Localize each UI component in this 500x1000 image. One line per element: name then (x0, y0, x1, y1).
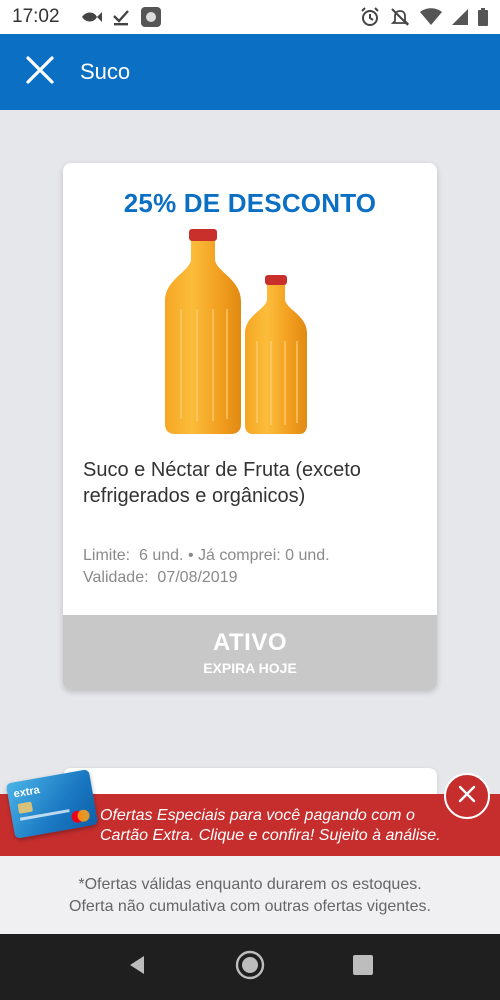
limit-line: Limite: 6 und. • Já comprei: 0 und. (83, 547, 330, 564)
notifications-off-icon (390, 7, 410, 27)
home-icon (235, 950, 265, 985)
offer-card[interactable]: 25% DE DESCONTO Suco e Néctar de Fruta (… (63, 163, 437, 690)
expiry-label: EXPIRA HOJE (203, 660, 297, 676)
card-chip (17, 801, 33, 814)
status-label: ATIVO (212, 629, 288, 656)
card-brand: extra (12, 784, 41, 801)
wifi-icon (420, 8, 442, 26)
battery-icon (478, 8, 488, 26)
disclaimer-line-1: *Ofertas válidas enquanto durarem os est… (78, 876, 422, 893)
promo-text: Ofertas Especiais para você pagando com … (100, 807, 441, 844)
home-button[interactable] (225, 942, 275, 992)
fish-icon (80, 10, 102, 24)
close-icon (25, 55, 55, 90)
back-icon (126, 954, 148, 981)
product-description: Suco e Néctar de Fruta (exceto refrigera… (83, 459, 361, 507)
system-nav-bar (0, 934, 500, 1000)
close-button[interactable] (0, 34, 80, 110)
status-bar: 17:02 (0, 0, 500, 34)
app-bar: Suco (0, 34, 500, 110)
close-icon (458, 785, 476, 808)
download-done-icon (112, 8, 130, 26)
recents-icon (352, 954, 374, 981)
page-title: Suco (80, 59, 131, 84)
footer-disclaimer: *Ofertas válidas enquanto durarem os est… (0, 856, 500, 934)
mastercard-logo-icon (69, 808, 91, 823)
status-time: 17:02 (12, 6, 60, 27)
app-icon (140, 6, 162, 28)
product-image (161, 229, 321, 439)
validity-line: Validade: 07/08/2019 (83, 569, 238, 586)
signal-icon (452, 9, 468, 25)
discount-label: 25% DE DESCONTO (123, 188, 377, 218)
promo-close-button[interactable] (444, 773, 490, 819)
offer-status-button[interactable]: ATIVO EXPIRA HOJE (63, 615, 437, 690)
back-button[interactable] (112, 942, 162, 992)
offer-details: Limite: 6 und. • Já comprei: 0 und. Vali… (83, 545, 330, 589)
disclaimer-line-2: Oferta não cumulativa com outras ofertas… (69, 898, 431, 915)
alarm-icon (360, 7, 380, 27)
recents-button[interactable] (338, 942, 388, 992)
